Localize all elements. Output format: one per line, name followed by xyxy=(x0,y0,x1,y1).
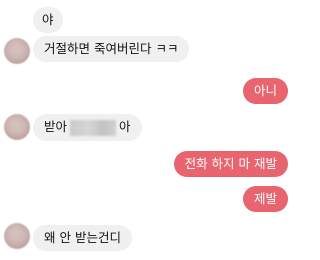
message-bubble-incoming: 받아 아 xyxy=(33,114,142,141)
message-text: 받아 xyxy=(44,119,68,134)
avatar-icon[interactable] xyxy=(4,114,30,140)
message-bubble-incoming: 거절하면 죽여버린다 ㅋㅋ xyxy=(33,36,190,62)
message-bubble-outgoing: 아니 xyxy=(242,78,288,104)
avatar-icon[interactable] xyxy=(4,223,30,249)
message-text: 아 xyxy=(119,119,131,134)
redacted-text xyxy=(70,119,117,136)
message-bubble-outgoing: 전화 하지 마 재발 xyxy=(173,151,288,177)
avatar-icon[interactable] xyxy=(4,38,30,64)
message-bubble-incoming: 왜 안 받는건디 xyxy=(33,225,132,251)
message-bubble-outgoing: 제발 xyxy=(242,186,288,212)
message-bubble-incoming: 야 xyxy=(33,7,63,33)
